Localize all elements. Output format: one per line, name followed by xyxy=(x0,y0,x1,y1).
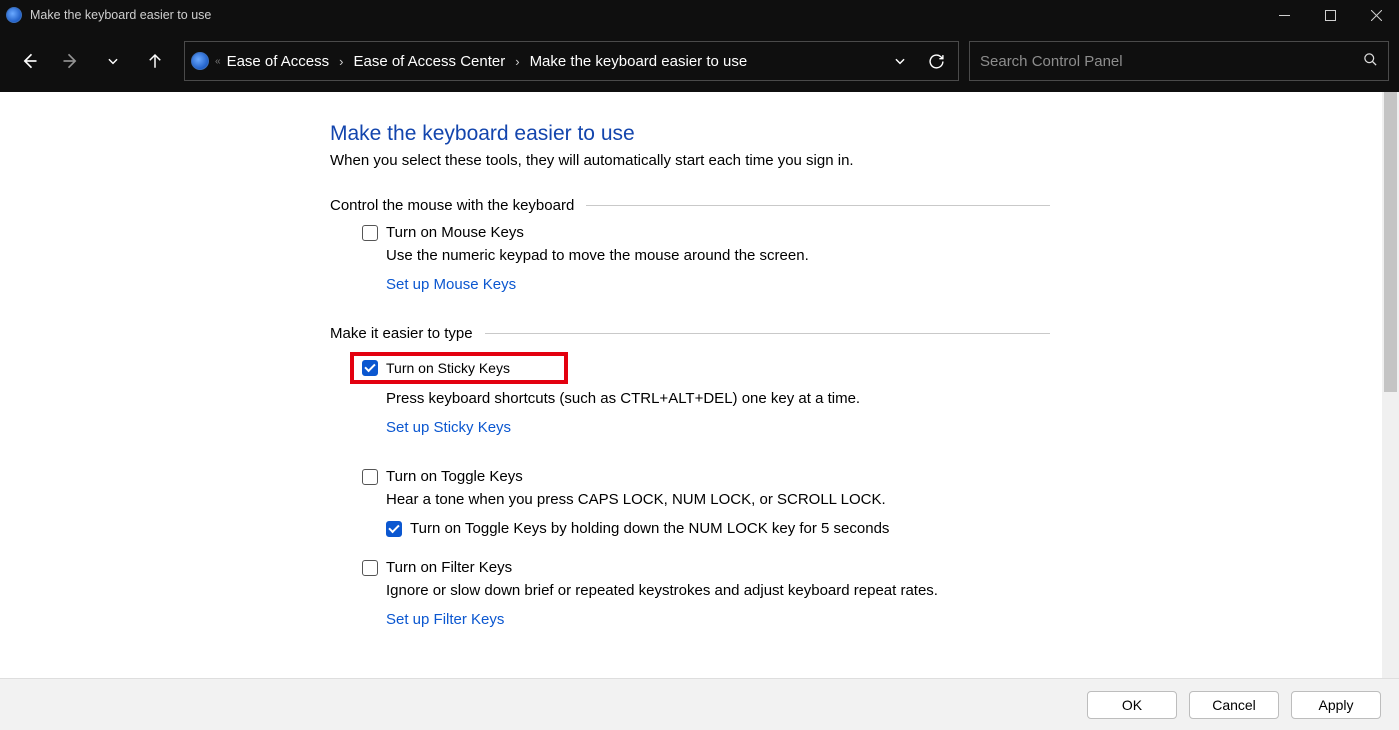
toggle-keys-numlock-label: Turn on Toggle Keys by holding down the … xyxy=(410,520,889,537)
section-header-type: Make it easier to type xyxy=(330,325,1050,342)
filter-keys-label: Turn on Filter Keys xyxy=(386,559,512,576)
setup-filter-keys-link[interactable]: Set up Filter Keys xyxy=(386,611,504,628)
section-divider xyxy=(586,205,1050,206)
mouse-keys-label: Turn on Mouse Keys xyxy=(386,224,524,241)
breadcrumb-seg-2[interactable]: Ease of Access Center xyxy=(353,53,505,70)
highlight-annotation: Turn on Sticky Keys xyxy=(350,352,568,384)
maximize-button[interactable] xyxy=(1307,0,1353,30)
chevron-right-icon: › xyxy=(333,54,349,69)
address-bar[interactable]: « Ease of Access › Ease of Access Center… xyxy=(184,41,959,81)
filter-keys-desc: Ignore or slow down brief or repeated ke… xyxy=(386,582,1050,599)
dialog-footer: OK Cancel Apply xyxy=(0,678,1399,730)
sticky-keys-label[interactable]: Turn on Sticky Keys xyxy=(386,360,510,376)
setup-sticky-keys-link[interactable]: Set up Sticky Keys xyxy=(386,419,511,436)
search-input[interactable] xyxy=(980,53,1363,70)
sticky-keys-desc: Press keyboard shortcuts (such as CTRL+A… xyxy=(386,390,1050,407)
control-panel-icon xyxy=(191,52,209,70)
toggle-keys-label: Turn on Toggle Keys xyxy=(386,468,523,485)
refresh-button[interactable] xyxy=(920,43,952,79)
back-button[interactable] xyxy=(10,41,48,81)
filter-keys-checkbox[interactable] xyxy=(362,560,378,576)
app-icon xyxy=(6,7,22,23)
setup-mouse-keys-link[interactable]: Set up Mouse Keys xyxy=(386,276,516,293)
toggle-keys-numlock-option[interactable]: Turn on Toggle Keys by holding down the … xyxy=(386,520,1050,537)
navigation-toolbar: « Ease of Access › Ease of Access Center… xyxy=(0,30,1399,92)
cancel-button[interactable]: Cancel xyxy=(1189,691,1279,719)
address-dropdown-button[interactable] xyxy=(884,43,916,79)
toggle-keys-desc: Hear a tone when you press CAPS LOCK, NU… xyxy=(386,491,1050,508)
scrollbar[interactable] xyxy=(1382,92,1399,678)
apply-button[interactable]: Apply xyxy=(1291,691,1381,719)
search-box[interactable] xyxy=(969,41,1389,81)
page-subtitle: When you select these tools, they will a… xyxy=(330,152,1050,169)
breadcrumb-seg-3[interactable]: Make the keyboard easier to use xyxy=(530,53,748,70)
breadcrumb-seg-1[interactable]: Ease of Access xyxy=(227,53,330,70)
sticky-keys-checkbox[interactable] xyxy=(362,360,378,376)
chevron-right-icon: › xyxy=(509,54,525,69)
section-title-type: Make it easier to type xyxy=(330,325,473,342)
forward-button[interactable] xyxy=(52,41,90,81)
mouse-keys-checkbox[interactable] xyxy=(362,225,378,241)
toggle-keys-checkbox[interactable] xyxy=(362,469,378,485)
scrollbar-thumb[interactable] xyxy=(1384,92,1397,392)
section-title-mouse: Control the mouse with the keyboard xyxy=(330,197,574,214)
mouse-keys-desc: Use the numeric keypad to move the mouse… xyxy=(386,247,1050,264)
minimize-button[interactable] xyxy=(1261,0,1307,30)
close-button[interactable] xyxy=(1353,0,1399,30)
section-header-mouse: Control the mouse with the keyboard xyxy=(330,197,1050,214)
toggle-keys-option[interactable]: Turn on Toggle Keys xyxy=(362,468,1050,485)
recent-locations-button[interactable] xyxy=(94,41,132,81)
toggle-keys-numlock-checkbox[interactable] xyxy=(386,521,402,537)
title-bar: Make the keyboard easier to use xyxy=(0,0,1399,30)
main-content: Make the keyboard easier to use When you… xyxy=(0,92,1399,678)
ok-button[interactable]: OK xyxy=(1087,691,1177,719)
mouse-keys-option[interactable]: Turn on Mouse Keys xyxy=(362,224,1050,241)
up-button[interactable] xyxy=(136,41,174,81)
filter-keys-option[interactable]: Turn on Filter Keys xyxy=(362,559,1050,576)
history-chevron-icon[interactable]: « xyxy=(215,56,221,67)
search-icon[interactable] xyxy=(1363,52,1378,70)
section-divider xyxy=(485,333,1050,334)
window-title: Make the keyboard easier to use xyxy=(30,8,211,22)
page-title: Make the keyboard easier to use xyxy=(330,122,1050,146)
